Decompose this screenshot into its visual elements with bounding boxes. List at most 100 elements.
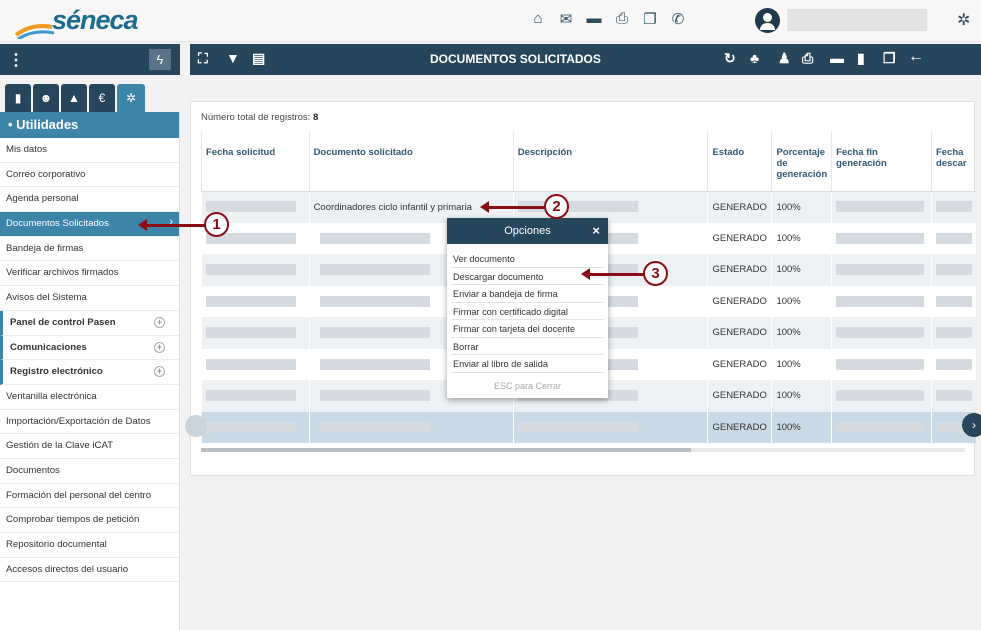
scroll-right-button[interactable]: › [962,413,981,437]
sidebar-item-0[interactable]: Mis datos [0,138,179,163]
sidebar-item-10[interactable]: Ventanilla electrónica [0,385,179,410]
filter-icon[interactable]: ▼ [226,50,240,66]
table-cell: GENERADO [707,317,772,349]
popup-menu-item[interactable]: Firmar con certificado digital [451,303,604,320]
logo-swoosh-icon [14,24,54,39]
table-cell [930,380,976,412]
table-cell: GENERADO [707,348,772,380]
sidebar-item-label: Panel de control Pasen [10,316,116,328]
users-icon[interactable]: ☻ [33,84,59,112]
column-header-1[interactable]: Documento solicitado [308,131,514,192]
sidebar-item-2[interactable]: Agenda personal [0,187,179,213]
popup-menu-item[interactable]: Enviar al libro de salida [451,355,604,373]
print-icon[interactable]: ⎙ [608,10,636,28]
redacted-date [206,264,296,276]
table-cell [930,222,976,254]
percentage-text: 100% [776,358,801,370]
callout-arrow-2 [480,201,545,213]
redacted-end-date [836,295,925,307]
table-cell: 100% [771,222,832,254]
table-cell: 100% [771,317,832,349]
document-icon[interactable]: ▮ [5,84,31,112]
scrollbar-thumb[interactable] [201,448,691,452]
back-arrow-icon[interactable]: ← [908,48,924,66]
copy-icon[interactable]: ❐ [636,10,664,28]
popup-title: Opciones [504,225,551,237]
close-icon[interactable]: × [592,218,600,244]
redacted-description [517,421,638,433]
sidebar-item-5[interactable]: Verificar archivos firmados [0,261,179,287]
sidebar-item-1[interactable]: Correo corporativo [0,163,179,188]
horizontal-scrollbar[interactable] [201,448,965,452]
sidebar-item-17[interactable]: Accesos directos del usuario [0,558,179,583]
popup-menu-item[interactable]: Firmar con tarjeta del docente [451,320,604,338]
graduation-cap-icon[interactable]: ▲ [61,84,87,112]
scroll-left-button[interactable] [185,415,207,437]
callout-3: 3 [643,261,668,286]
sidebar-item-14[interactable]: Formación del personal del centro [0,484,179,509]
folder-icon[interactable]: ▬ [580,10,608,28]
sidebar-item-8[interactable]: Comunicaciones + [0,335,179,361]
table-cell: GENERADO [707,254,772,286]
phone-icon[interactable]: ✆ [664,10,692,28]
home-icon[interactable]: ⌂ [524,10,552,28]
expand-icon[interactable]: ⛶ [198,50,208,67]
popup-menu-item[interactable]: Enviar a bandeja de firma [451,285,604,303]
table-cell [930,317,976,349]
sidebar-tabs: ▮ ☻ ▲ € ✲ [5,84,145,112]
popup-menu-item[interactable]: Borrar [451,338,604,355]
users-group-icon[interactable]: ♟ [778,50,791,67]
sidebar-item-6[interactable]: Avisos del Sistema [0,286,179,311]
expand-plus-icon[interactable]: + [154,341,165,353]
percentage-text: 100% [776,295,801,307]
sidebar-item-12[interactable]: Gestión de la Clave iCAT [0,434,179,459]
cogs-icon[interactable]: ✲ [117,84,145,112]
redacted-document [319,295,430,307]
trash-icon[interactable]: ▮ [857,50,865,67]
callout-2: 2 [544,194,569,219]
column-header-2[interactable]: Descripción [512,131,708,192]
bolt-icon[interactable]: ϟ [149,49,171,70]
table-cell: 100% [771,191,832,223]
sidebar-item-16[interactable]: Repositorio documental [0,533,179,558]
user-avatar[interactable] [755,8,780,33]
column-header-5[interactable]: Fecha fin generación [831,131,932,192]
sidebar-item-label: Bandeja de firmas [6,242,84,254]
table-row[interactable]: GENERADO 100% [201,411,976,443]
sidebar-item-label: Accesos directos del usuario [6,563,129,575]
sidebar-item-11[interactable]: Importación/Exportación de Datos [0,410,179,435]
folder-icon[interactable]: ▬ [830,50,844,66]
euro-icon[interactable]: € [89,84,115,112]
table-cell [831,317,932,349]
refresh-icon[interactable]: ↻ [724,50,736,67]
export-icon[interactable]: ▤ [252,50,265,67]
column-header-6[interactable]: Fecha descar [930,131,976,192]
expand-plus-icon[interactable]: + [154,366,165,378]
user-name-redacted [787,9,927,31]
percentage-text: 100% [776,421,801,433]
table-cell [930,191,976,223]
sidebar-item-15[interactable]: Comprobar tiempos de petición [0,508,179,533]
redacted-download-date [935,390,972,402]
more-vertical-icon[interactable]: ⋮ [8,50,24,70]
table-cell: GENERADO [707,191,772,223]
user-settings-icon[interactable]: ♣ [750,50,759,66]
gear-icon[interactable]: ✲ [957,10,970,30]
print-icon[interactable]: ⎙ [802,50,813,67]
column-header-3[interactable]: Estado [707,131,772,192]
sidebar-item-4[interactable]: Bandeja de firmas [0,237,179,262]
sidebar-item-13[interactable]: Documentos [0,459,179,484]
record-count: Número total de registros: 8 [201,112,318,123]
column-header-0[interactable]: Fecha solicitud [201,131,310,192]
column-header-4[interactable]: Porcentaje de generación [771,131,832,192]
esc-close-hint[interactable]: ESC para Cerrar [451,377,604,395]
sidebar-item-7[interactable]: Panel de control Pasen + [0,310,179,336]
seneca-logo[interactable]: séneca [14,3,144,39]
sidebar-item-label: Mis datos [6,144,48,155]
expand-plus-icon[interactable]: + [154,316,165,328]
envelope-icon[interactable]: ✉ [552,10,580,28]
top-bar: séneca ⌂ ✉ ▬ ⎙ ❐ ✆ ✲ [0,0,981,42]
sidebar-item-9[interactable]: Registro electrónico + [0,360,179,385]
popup-menu-item[interactable]: Ver documento [451,250,604,268]
copy-icon[interactable]: ❐ [883,50,896,67]
